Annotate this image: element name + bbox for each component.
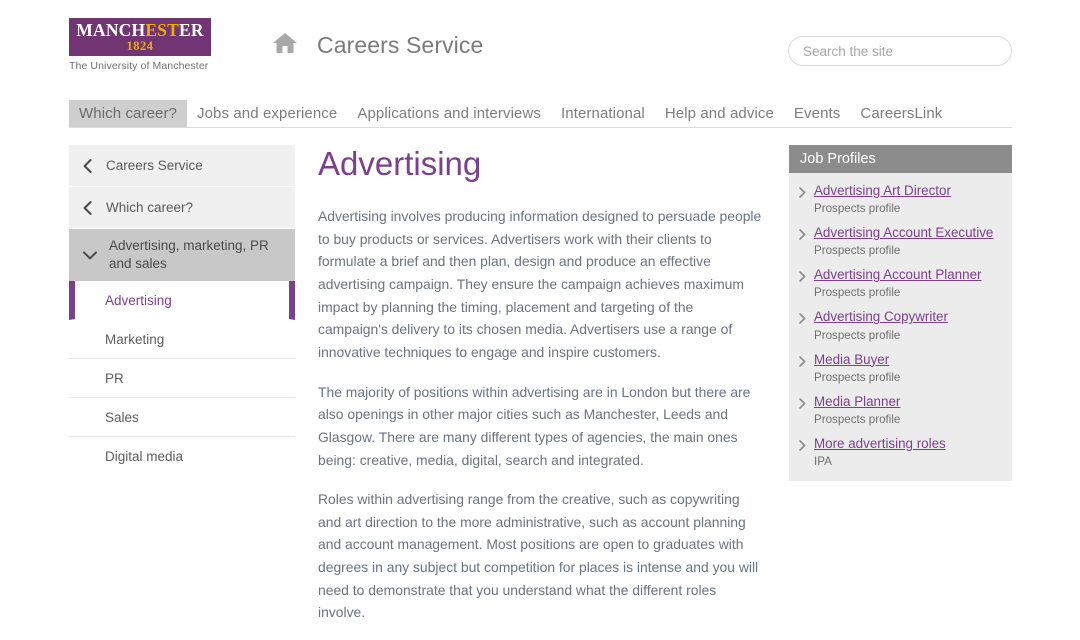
logo-word-post: ER [179,19,204,40]
nav-item-international[interactable]: International [551,100,655,127]
search-input[interactable] [788,36,1012,66]
job-profile-link[interactable]: Advertising Account Planner [814,266,981,284]
job-profile-link[interactable]: Media Planner [814,393,900,411]
logo-wordmark: MANCHESTER [76,19,204,40]
job-profile-source: Prospects profile [814,412,901,426]
body-paragraph: The majority of positions within adverti… [318,383,751,468]
sidebar-back-which-career[interactable]: Which career? [69,187,295,229]
body-paragraph: Roles within advertising range from the … [318,491,759,621]
page-title: Advertising [318,145,482,182]
sidebar-section-label: Advertising, marketing, PR and sales [109,238,269,271]
list-item[interactable]: Media Buyer Prospects profile [799,351,1002,385]
logo-mark: MANCHESTER 1824 [69,18,211,56]
chevron-right-icon [799,440,806,451]
list-item[interactable]: Advertising Account Executive Prospects … [799,224,1002,258]
chevron-left-icon [83,158,92,173]
logo-subtitle: The University of Manchester [69,60,209,72]
sidebar-back-label: Which career? [106,200,194,215]
nav-item-careerslink[interactable]: CareersLink [850,100,952,127]
job-profiles-panel: Job Profiles Advertising Art Director Pr… [789,145,1012,482]
chevron-right-icon [799,271,806,283]
page-root: MANCHESTER 1824 The University of Manche… [0,0,1080,640]
job-profile-source: Prospects profile [814,244,901,258]
sidebar-item-marketing[interactable]: Marketing [69,320,295,359]
logo-word-est: EST [145,19,179,40]
nav-item-jobs-and-experience[interactable]: Jobs and experience [187,100,347,127]
job-profile-link[interactable]: Advertising Account Executive [814,224,993,242]
chevron-right-icon [799,313,806,325]
university-logo[interactable]: MANCHESTER 1824 The University of Manche… [69,18,211,72]
site-title-group: Careers Service [272,32,483,59]
sidebar-item-sales[interactable]: Sales [69,398,295,437]
site-title: Careers Service [317,32,484,58]
job-profile-source: IPA [814,455,832,469]
sidebar-back-careers-service[interactable]: Careers Service [69,145,295,187]
list-item[interactable]: More advertising roles IPA [799,435,1002,469]
sidebar-item-digital-media[interactable]: Digital media [69,437,295,476]
job-profile-source: Prospects profile [814,370,901,384]
chevron-down-icon [83,250,97,259]
list-item[interactable]: Media Planner Prospects profile [799,393,1002,427]
list-item[interactable]: Advertising Copywriter Prospects profile [799,308,1002,342]
logo-year: 1824 [126,39,154,53]
nav-item-help-and-advice[interactable]: Help and advice [655,100,784,127]
chevron-right-icon [799,355,806,367]
sidebar-item-advertising[interactable]: Advertising [69,281,295,320]
sidebar-item-pr[interactable]: PR [69,359,295,398]
sidebar-back-label: Careers Service [106,158,203,173]
nav-item-which-career[interactable]: Which career? [69,100,188,127]
job-profile-link[interactable]: More advertising roles [814,435,946,453]
home-icon[interactable] [272,32,298,59]
nav-item-events[interactable]: Events [784,100,850,127]
job-profiles-title: Job Profiles [789,145,1012,173]
secondary-nav-sidebar: Careers Service Which career? Advertisin… [69,145,295,476]
body-paragraph: Advertising involves producing informati… [318,207,762,360]
chevron-left-icon [83,200,92,215]
list-item[interactable]: Advertising Account Planner Prospects pr… [799,266,1002,300]
chevron-right-icon [799,397,806,409]
job-profile-link[interactable]: Advertising Art Director [814,182,951,200]
job-profile-source: Prospects profile [814,328,901,342]
chevron-right-icon [799,187,806,198]
primary-nav: Which career? Jobs and experience Applic… [69,100,1012,128]
job-profiles-list: Advertising Art Director Prospects profi… [789,173,1012,482]
job-profile-source: Prospects profile [814,286,901,300]
job-profile-link[interactable]: Media Buyer [814,351,900,369]
main-content: Advertising Advertising involves produci… [318,145,766,640]
logo-word-pre: MANCH [76,19,146,40]
nav-item-applications-and-interviews[interactable]: Applications and interviews [347,100,551,127]
sidebar-section-advertising-marketing-pr-sales[interactable]: Advertising, marketing, PR and sales [69,229,295,281]
chevron-right-icon [799,229,806,240]
site-header: MANCHESTER 1824 The University of Manche… [0,0,1080,90]
job-profile-link[interactable]: Advertising Copywriter [814,308,948,326]
list-item[interactable]: Advertising Art Director Prospects profi… [799,182,1002,216]
job-profile-source: Prospects profile [814,202,901,216]
